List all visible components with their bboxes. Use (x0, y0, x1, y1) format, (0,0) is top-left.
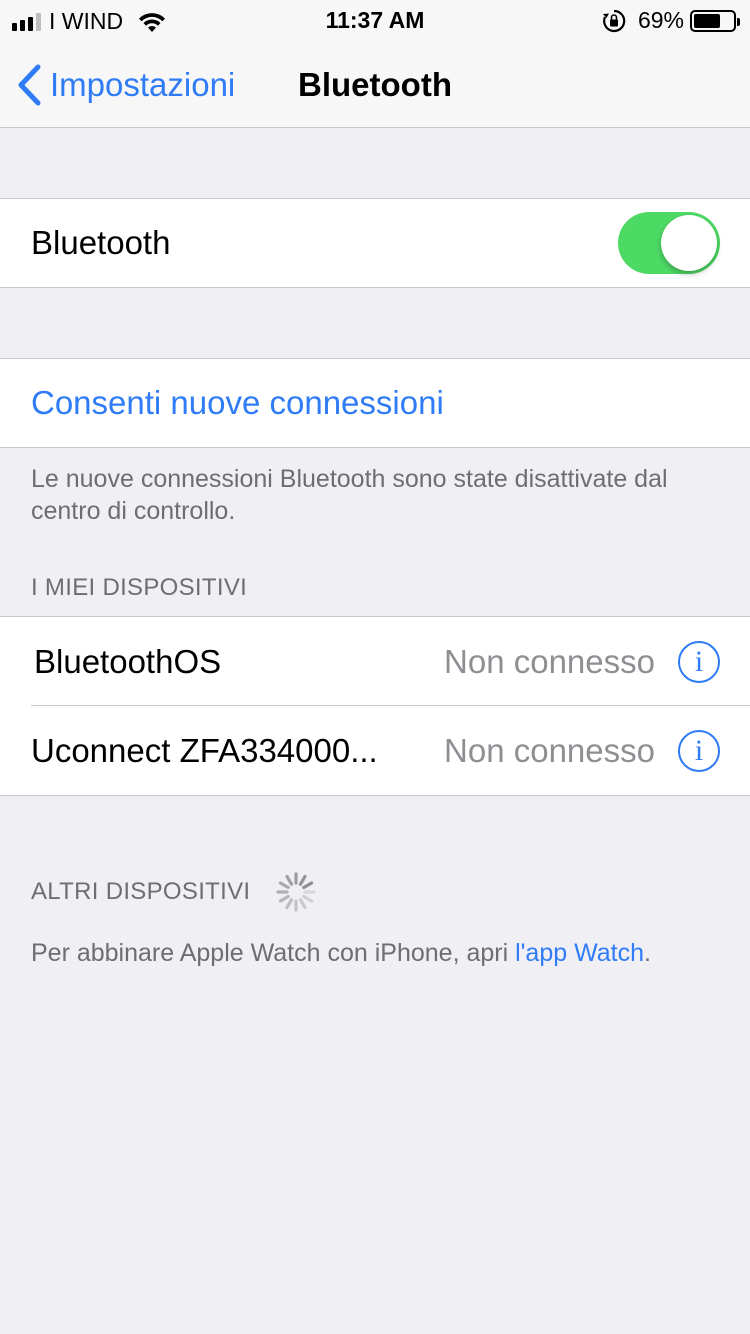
battery-percent: 69% (637, 7, 684, 33)
switch-knob (661, 215, 717, 271)
bluetooth-label: Bluetooth (31, 224, 171, 261)
info-icon[interactable]: i (678, 641, 720, 683)
loading-spinner-icon (276, 872, 316, 912)
device-name: BluetoothOS (34, 642, 222, 680)
allow-connections-footer: Le nuove connessioni Bluetooth sono stat… (31, 465, 668, 525)
bluetooth-switch[interactable] (618, 212, 720, 274)
allow-connections-button[interactable]: Consenti nuove connessioni (31, 384, 444, 422)
page-title: Bluetooth (298, 66, 452, 103)
device-status: Non connesso (444, 731, 655, 769)
bluetooth-toggle-cell: Bluetooth (0, 199, 750, 287)
status-right: 69% (602, 7, 740, 34)
device-name: Uconnect ZFA334000... (31, 731, 378, 769)
battery-fill (694, 13, 721, 28)
status-bar: I WIND 11:37 AM 69% (0, 0, 750, 40)
navigation-bar: Impostazioni Bluetooth (0, 40, 750, 128)
bluetooth-toggle-group: Bluetooth (0, 198, 750, 288)
apple-watch-text-prefix: Per abbinare Apple Watch con iPhone, apr… (31, 939, 516, 967)
apple-watch-text-suffix: . (644, 939, 651, 967)
my-devices-list: BluetoothOS Non connesso i Uconnect ZFA3… (0, 616, 750, 796)
rotation-lock-icon (602, 9, 626, 32)
allow-connections-cell[interactable]: Consenti nuove connessioni (0, 359, 750, 447)
apple-watch-footer: Per abbinare Apple Watch con iPhone, apr… (31, 937, 721, 969)
info-icon[interactable]: i (678, 730, 720, 772)
watch-app-link[interactable]: l'app Watch (515, 939, 644, 967)
device-status: Non connesso (444, 642, 655, 680)
device-row[interactable]: BluetoothOS Non connesso i (0, 617, 750, 706)
other-devices-header: ALTRI DISPOSITIVI (31, 878, 251, 905)
allow-connections-group: Consenti nuove connessioni (0, 358, 750, 448)
battery-icon (690, 9, 740, 32)
my-devices-header: I MIEI DISPOSITIVI (31, 574, 248, 601)
device-row[interactable]: Uconnect ZFA334000... Non connesso i (0, 706, 750, 795)
